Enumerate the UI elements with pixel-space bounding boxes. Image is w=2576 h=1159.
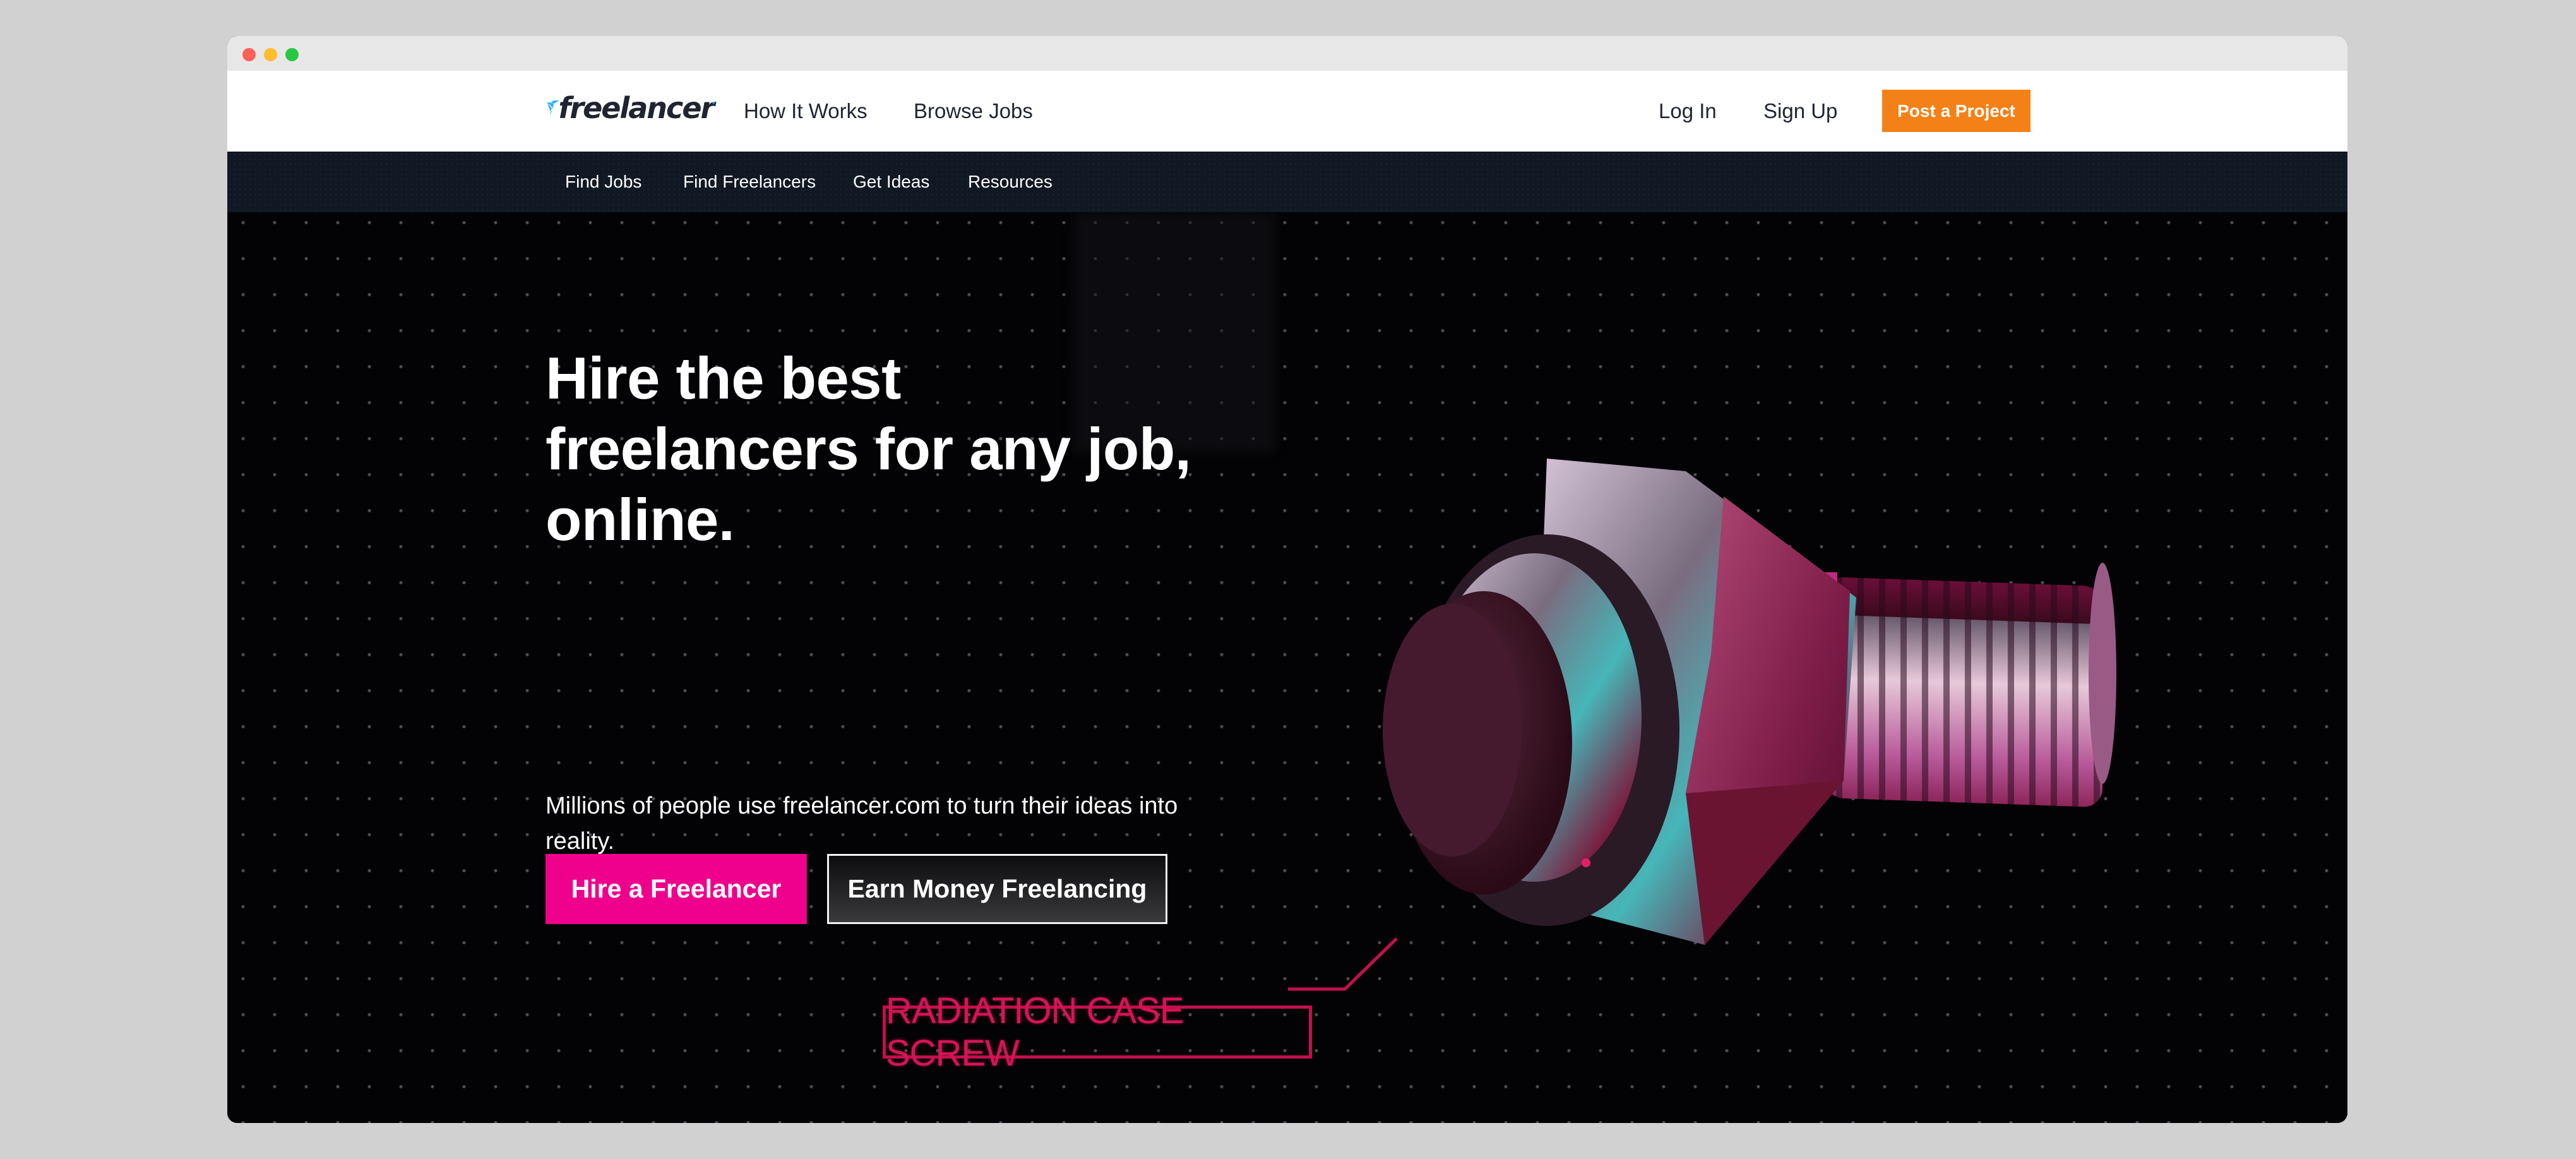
subnav-resources[interactable]: Resources [968, 152, 1052, 212]
minimize-window-button[interactable] [264, 48, 277, 61]
logo-wordmark: freelancer [558, 91, 715, 125]
image-annotation-label: RADIATION CASE SCREW [883, 990, 1312, 1074]
site-header: freelancer How It Works Browse Jobs Log … [227, 71, 2347, 152]
logo-accent-icon [712, 102, 716, 105]
screw-front-cap [1383, 534, 1679, 926]
signup-link[interactable]: Sign Up [1763, 71, 1837, 152]
nav-browse-jobs[interactable]: Browse Jobs [914, 71, 1033, 152]
subnav-find-freelancers[interactable]: Find Freelancers [683, 152, 816, 212]
freelancer-logo[interactable]: freelancer [547, 86, 716, 130]
subnav-get-ideas[interactable]: Get Ideas [853, 152, 929, 212]
hero-subtext: Millions of people use freelancer.com to… [546, 793, 1178, 855]
maximize-window-button[interactable] [285, 48, 299, 61]
hero-headline: Hire the best freelancers for any job, o… [546, 343, 1208, 555]
close-window-button[interactable] [242, 48, 256, 61]
secondary-nav: Find Jobs Find Freelancers Get Ideas Res… [227, 152, 2347, 212]
annotation-dot [1582, 858, 1590, 867]
post-project-button[interactable]: Post a Project [1882, 90, 2030, 132]
hire-freelancer-button[interactable]: Hire a Freelancer [546, 854, 807, 924]
window-titlebar [227, 36, 2347, 71]
browser-window: freelancer How It Works Browse Jobs Log … [227, 36, 2347, 1123]
headline-line-2: freelancers for any job, [546, 416, 1191, 482]
login-link[interactable]: Log In [1659, 71, 1717, 152]
subnav-find-jobs[interactable]: Find Jobs [565, 152, 641, 212]
earn-money-button[interactable]: Earn Money Freelancing [827, 854, 1167, 924]
headline-line-1: Hire the best [546, 345, 901, 411]
screw-illustration [1383, 459, 2116, 945]
hero-section: Hire the best freelancers for any job, o… [227, 212, 2347, 1123]
nav-how-it-works[interactable]: How It Works [744, 71, 868, 152]
headline-line-3: online. [546, 486, 735, 553]
